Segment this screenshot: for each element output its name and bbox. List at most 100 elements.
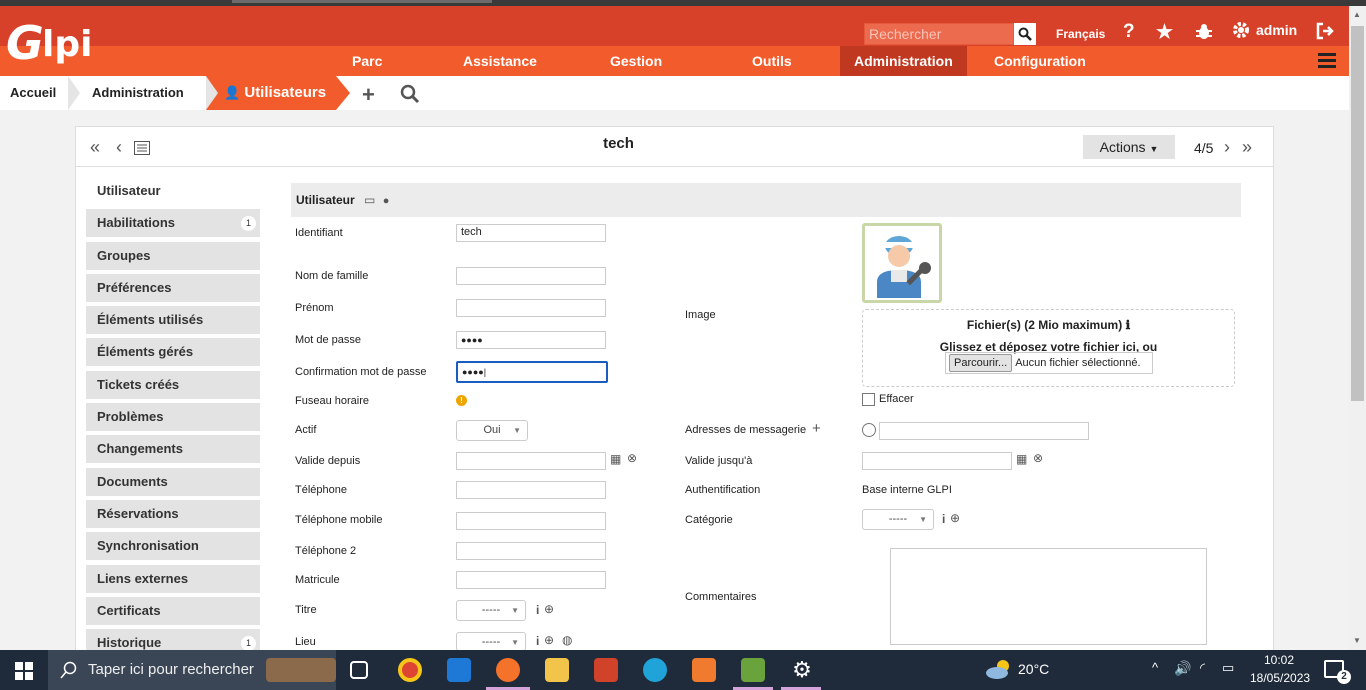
- phone-input[interactable]: [456, 481, 606, 499]
- battery-icon[interactable]: ▭: [1222, 660, 1234, 676]
- xampp-icon[interactable]: [692, 658, 716, 682]
- clock-date[interactable]: 18/05/2023: [1250, 671, 1310, 685]
- info-icon[interactable]: i: [536, 634, 539, 648]
- add-icon[interactable]: +: [812, 420, 821, 437]
- clear-icon[interactable]: ⊗: [1033, 451, 1043, 465]
- global-search-input[interactable]: Rechercher: [864, 23, 1014, 45]
- bug-icon[interactable]: [1195, 23, 1213, 47]
- calendar-icon[interactable]: ▦: [610, 452, 621, 466]
- default-email-radio[interactable]: [862, 423, 876, 437]
- file-dropzone[interactable]: Fichier(s) (2 Mio maximum) ℹ Glissez et …: [862, 309, 1235, 387]
- valid-until-input[interactable]: [862, 452, 1012, 470]
- breadcrumb-utilisateurs[interactable]: 👤 Utilisateurs: [206, 76, 350, 110]
- confirm-password-input[interactable]: ●●●●|: [456, 361, 608, 383]
- tab-utilisateur[interactable]: Utilisateur: [86, 177, 260, 205]
- powerpoint-icon[interactable]: [594, 658, 618, 682]
- tab-changements[interactable]: Changements: [86, 435, 260, 464]
- browser-tab[interactable]: [232, 0, 492, 3]
- star-icon[interactable]: ★: [1156, 21, 1173, 44]
- firefox-icon[interactable]: [496, 658, 520, 682]
- tab-certificats[interactable]: Certificats: [86, 596, 260, 625]
- next-record-icon[interactable]: ›: [1224, 137, 1230, 158]
- comments-textarea[interactable]: [890, 548, 1207, 645]
- file-explorer-icon[interactable]: [545, 658, 569, 682]
- identifiant-input[interactable]: tech: [456, 224, 606, 242]
- caret-down-icon: ▼: [511, 606, 519, 615]
- breadcrumb-administration[interactable]: Administration: [92, 76, 184, 110]
- password-label: Mot de passe: [295, 334, 362, 346]
- actif-select[interactable]: Oui ▼: [456, 420, 528, 441]
- scroll-up-icon[interactable]: ▲: [1353, 10, 1361, 19]
- tab-tickets-crees[interactable]: Tickets créés: [86, 370, 260, 399]
- menu-parc[interactable]: Parc: [338, 46, 396, 76]
- globe-icon[interactable]: ◍: [562, 633, 572, 647]
- browse-button[interactable]: Parcourir...: [949, 354, 1013, 372]
- menu-outils[interactable]: Outils: [738, 46, 806, 76]
- tab-elements-utilises[interactable]: Éléments utilisés: [86, 306, 260, 335]
- help-icon[interactable]: ?: [1123, 21, 1135, 43]
- user-secret-icon: ●: [382, 195, 390, 207]
- tab-groupes[interactable]: Groupes: [86, 241, 260, 270]
- scroll-down-icon[interactable]: ▼: [1353, 636, 1361, 645]
- nom-input[interactable]: [456, 267, 606, 285]
- clear-icon[interactable]: ⊗: [627, 451, 637, 465]
- breadcrumb-accueil[interactable]: Accueil: [10, 76, 56, 110]
- effacer-checkbox[interactable]: [862, 393, 875, 406]
- menu-assistance[interactable]: Assistance: [449, 46, 551, 76]
- lieu-select[interactable]: ----- ▼: [456, 632, 526, 651]
- settings-gear-icon[interactable]: ⚙: [790, 658, 814, 682]
- language-selector[interactable]: Français: [1056, 27, 1105, 41]
- store-icon[interactable]: [447, 658, 471, 682]
- actions-button[interactable]: Actions ▼: [1083, 135, 1175, 159]
- chrome-icon[interactable]: [398, 658, 422, 682]
- info-icon[interactable]: i: [942, 512, 945, 526]
- prenom-input[interactable]: [456, 299, 606, 317]
- tab-habilitations[interactable]: Habilitations 1: [86, 209, 260, 238]
- edge-icon[interactable]: [643, 658, 667, 682]
- tab-documents[interactable]: Documents: [86, 467, 260, 496]
- tab-elements-geres[interactable]: Éléments gérés: [86, 338, 260, 367]
- task-view-icon[interactable]: [350, 661, 368, 679]
- matricule-input[interactable]: [456, 571, 606, 589]
- password-input[interactable]: ●●●●: [456, 331, 606, 349]
- user-form-card: « ‹ tech Actions ▼ 4/5 › » Utilisateur H…: [75, 126, 1274, 658]
- wifi-icon[interactable]: ◜: [1200, 660, 1205, 676]
- tab-preferences[interactable]: Préférences: [86, 273, 260, 302]
- clock-time[interactable]: 10:02: [1264, 653, 1294, 667]
- last-record-icon[interactable]: »: [1242, 137, 1252, 158]
- weather-icon[interactable]: [985, 658, 1013, 680]
- windows-start-icon[interactable]: [15, 662, 33, 683]
- volume-icon[interactable]: 🔊: [1174, 660, 1191, 677]
- category-select[interactable]: ----- ▼: [862, 509, 934, 530]
- notepad-icon[interactable]: [741, 658, 765, 682]
- menu-administration[interactable]: Administration: [840, 46, 967, 76]
- add-circle-icon[interactable]: ⊕: [544, 602, 554, 616]
- tab-reservations[interactable]: Réservations: [86, 499, 260, 528]
- search-icon[interactable]: [1014, 23, 1036, 45]
- hamburger-menu-icon[interactable]: [1318, 53, 1336, 71]
- file-input[interactable]: Parcourir... Aucun fichier sélectionné.: [945, 352, 1153, 374]
- phone2-input[interactable]: [456, 542, 606, 560]
- tab-synchronisation[interactable]: Synchronisation: [86, 532, 260, 561]
- user-menu[interactable]: admin: [1232, 21, 1297, 39]
- tab-liens-externes[interactable]: Liens externes: [86, 564, 260, 593]
- menu-gestion[interactable]: Gestion: [596, 46, 676, 76]
- glpi-logo[interactable]: Glpi: [6, 16, 98, 74]
- info-icon[interactable]: i: [536, 603, 539, 617]
- page-scrollbar[interactable]: ▲ ▼: [1349, 6, 1366, 650]
- calendar-icon[interactable]: ▦: [1016, 452, 1027, 466]
- valid-from-input[interactable]: [456, 452, 606, 470]
- add-circle-icon[interactable]: ⊕: [950, 511, 960, 525]
- tab-problemes[interactable]: Problèmes: [86, 403, 260, 432]
- add-circle-icon[interactable]: ⊕: [544, 633, 554, 647]
- menu-configuration[interactable]: Configuration: [980, 46, 1100, 76]
- weather-temperature[interactable]: 20°C: [1018, 661, 1049, 677]
- email-input[interactable]: [879, 422, 1089, 440]
- titre-select[interactable]: ----- ▼: [456, 600, 526, 621]
- add-icon[interactable]: +: [362, 82, 375, 108]
- logout-icon[interactable]: [1316, 22, 1334, 46]
- chevron-up-icon[interactable]: ^: [1152, 660, 1158, 675]
- search-list-icon[interactable]: [400, 84, 420, 110]
- scrollbar-thumb[interactable]: [1351, 26, 1364, 401]
- mobile-input[interactable]: [456, 512, 606, 530]
